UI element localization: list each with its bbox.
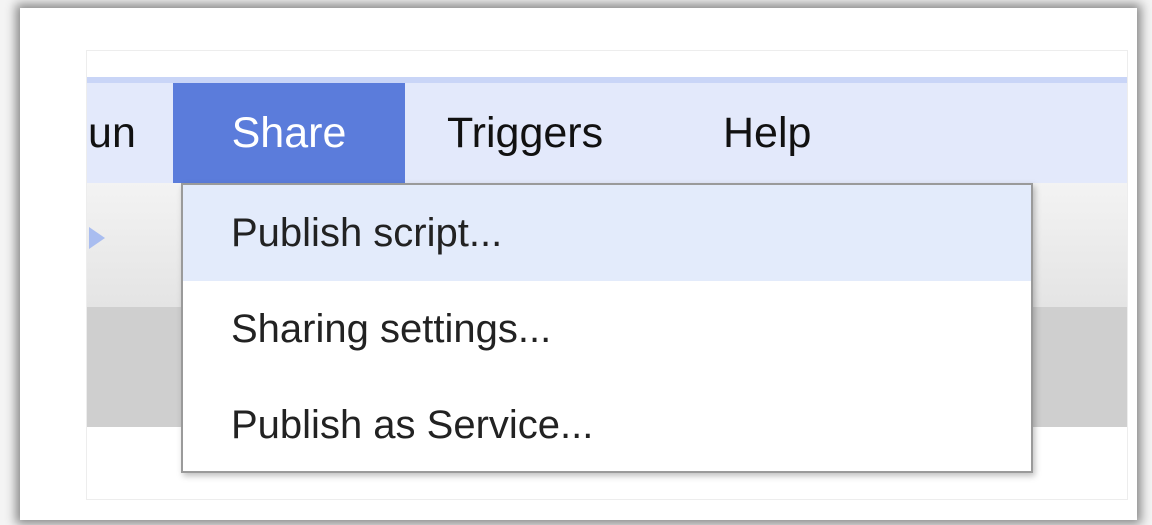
script-editor-window: Run Share Triggers Help Publish script..… [86,50,1128,500]
menu-bar: Run Share Triggers Help [87,77,1127,183]
menu-item-publish-script[interactable]: Publish script... [183,185,1031,281]
screenshot-frame: Run Share Triggers Help Publish script..… [20,8,1137,520]
run-arrow-icon[interactable] [89,227,105,249]
menu-item-sharing-settings[interactable]: Sharing settings... [183,281,1031,377]
menu-item-publish-as-service[interactable]: Publish as Service... [183,377,1031,473]
menu-share[interactable]: Share [173,83,405,183]
menu-help[interactable]: Help [723,83,811,183]
share-dropdown-menu: Publish script... Sharing settings... Pu… [181,183,1033,473]
menu-run[interactable]: Run [87,83,136,183]
menu-triggers[interactable]: Triggers [447,83,603,183]
